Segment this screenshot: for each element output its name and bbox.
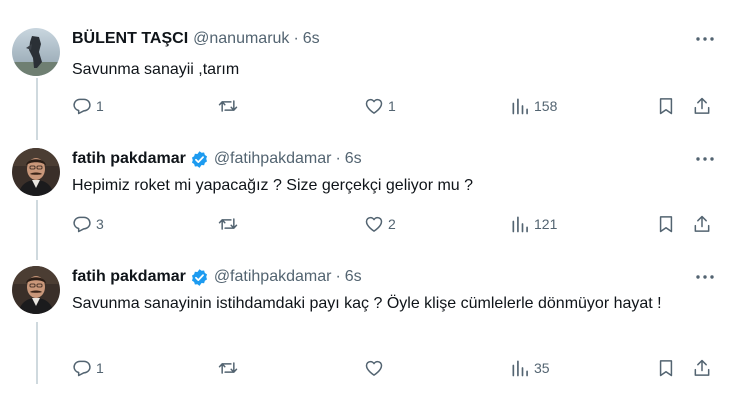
reply-count: 1 xyxy=(96,360,104,376)
tweet-actions: 3 2 121 xyxy=(72,212,720,236)
heart-icon xyxy=(365,98,383,114)
verified-badge-icon xyxy=(190,268,209,287)
tweet[interactable]: BÜLENT TAŞCI @nanumaruk · 6s Savunma san… xyxy=(0,28,730,138)
bookmark-icon xyxy=(659,98,673,115)
views-icon xyxy=(512,360,528,377)
author-handle[interactable]: @nanumaruk xyxy=(193,30,289,48)
views-button[interactable]: 158 xyxy=(510,94,557,118)
tweet-actions: 1 35 xyxy=(72,356,720,380)
tweet[interactable]: fatih pakdamar @fatihpakdamar · 6s Hepim… xyxy=(0,148,730,258)
reply-button[interactable]: 1 xyxy=(72,94,104,118)
retweet-icon xyxy=(218,218,238,230)
share-icon xyxy=(694,97,710,114)
separator-dot: · xyxy=(335,150,341,167)
views-button[interactable]: 121 xyxy=(510,212,557,236)
more-icon[interactable] xyxy=(694,30,716,48)
retweet-icon xyxy=(218,362,238,374)
views-count: 158 xyxy=(534,98,558,114)
heart-icon xyxy=(365,360,383,376)
retweet-button[interactable] xyxy=(218,356,242,380)
share-button[interactable] xyxy=(692,356,712,380)
author-handle[interactable]: @fatihpakdamar xyxy=(214,150,332,168)
separator-dot: · xyxy=(293,30,299,47)
more-icon[interactable] xyxy=(694,268,716,286)
reply-count: 1 xyxy=(96,98,104,114)
share-button[interactable] xyxy=(692,212,712,236)
views-icon xyxy=(512,98,528,115)
author-name[interactable]: fatih pakdamar xyxy=(72,150,186,168)
timestamp[interactable]: 6s xyxy=(345,268,362,286)
retweet-button[interactable] xyxy=(218,212,242,236)
tweet-text: Hepimiz roket mi yapacağız ? Size gerçek… xyxy=(72,177,474,194)
avatar[interactable] xyxy=(12,266,60,314)
reply-icon xyxy=(73,216,91,233)
author-handle[interactable]: @fatihpakdamar xyxy=(214,268,332,286)
views-button[interactable]: 35 xyxy=(510,356,550,380)
reply-icon xyxy=(73,98,91,115)
like-button[interactable]: 1 xyxy=(364,94,396,118)
heart-icon xyxy=(365,216,383,232)
bookmark-button[interactable] xyxy=(656,212,676,236)
reply-icon xyxy=(73,360,91,377)
share-button[interactable] xyxy=(692,94,712,118)
like-count: 2 xyxy=(388,216,396,232)
like-button[interactable]: 2 xyxy=(364,212,396,236)
bookmark-button[interactable] xyxy=(656,94,676,118)
bookmark-icon xyxy=(659,360,673,377)
like-count: 1 xyxy=(388,98,396,114)
retweet-button[interactable] xyxy=(218,94,242,118)
avatar[interactable] xyxy=(12,148,60,196)
timestamp[interactable]: 6s xyxy=(345,150,362,168)
reply-count: 3 xyxy=(96,216,104,232)
like-button[interactable] xyxy=(364,356,388,380)
tweet[interactable]: fatih pakdamar @fatihpakdamar · 6s Savun… xyxy=(0,266,730,416)
tweet-text: Savunma sanayinin istihdamdaki payı kaç … xyxy=(72,295,662,312)
reply-button[interactable]: 3 xyxy=(72,212,104,236)
timestamp[interactable]: 6s xyxy=(303,30,320,48)
bookmark-button[interactable] xyxy=(656,356,676,380)
tweet-actions: 1 1 158 xyxy=(72,94,720,118)
author-name[interactable]: BÜLENT TAŞCI xyxy=(72,30,188,48)
views-count: 121 xyxy=(534,216,558,232)
retweet-icon xyxy=(218,100,238,112)
bookmark-icon xyxy=(659,216,673,233)
avatar[interactable] xyxy=(12,28,60,76)
verified-badge-icon xyxy=(190,150,209,169)
share-icon xyxy=(694,215,710,232)
tweet-text: Savunma sanayii ,tarım xyxy=(72,61,240,78)
reply-button[interactable]: 1 xyxy=(72,356,104,380)
more-icon[interactable] xyxy=(694,150,716,168)
author-name[interactable]: fatih pakdamar xyxy=(72,268,186,286)
share-icon xyxy=(694,359,710,376)
views-count: 35 xyxy=(534,360,550,376)
separator-dot: · xyxy=(335,268,341,285)
views-icon xyxy=(512,216,528,233)
